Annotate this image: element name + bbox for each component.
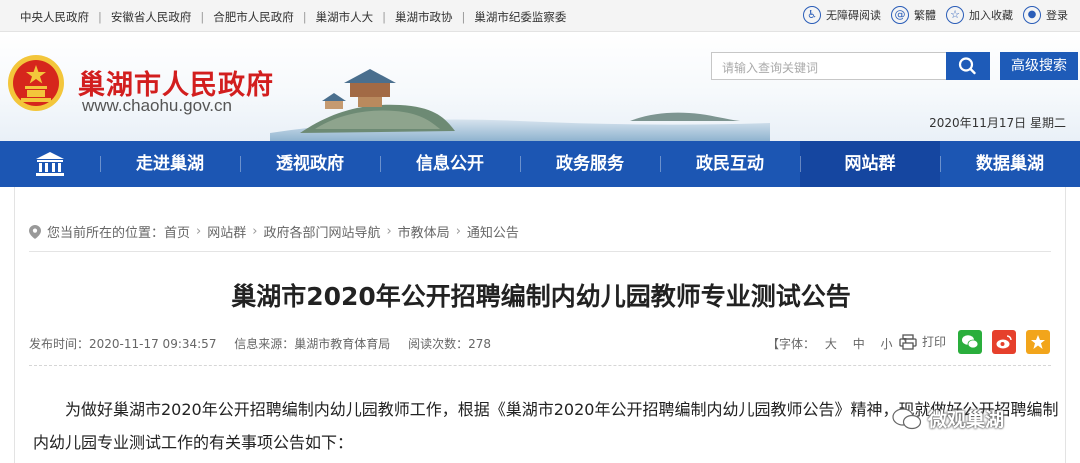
nav-item-info-disclosure[interactable]: 信息公开 (380, 141, 520, 187)
share-qzone-button[interactable] (1026, 330, 1050, 354)
nav-item-government[interactable]: 透视政府 (240, 141, 380, 187)
info-source: 信息来源：巢湖市教育体育局 (234, 337, 391, 351)
article-title: 巢湖市2020年公开招聘编制内幼儿园教师专业测试公告 (231, 282, 851, 311)
chevron-right-icon: › (252, 224, 258, 239)
font-size-control: 【字体： 大 中 小 】 (767, 335, 914, 352)
nav-item-website-group[interactable]: 网站群 (800, 141, 940, 187)
breadcrumb-home[interactable]: 首页 (164, 222, 190, 241)
favorite-link[interactable]: ☆ 加入收藏 (946, 6, 1013, 24)
nav-item-about-chaohu[interactable]: 走进巢湖 (100, 141, 240, 187)
advanced-search-button[interactable]: 高级搜索 (1000, 52, 1078, 80)
wechat-icon (962, 335, 979, 349)
nav-item-gov-services[interactable]: 政务服务 (520, 141, 660, 187)
chevron-right-icon: › (196, 224, 202, 239)
wechat-watermark-icon (892, 407, 922, 429)
national-emblem-icon[interactable] (6, 53, 66, 113)
breadcrumb-dept-nav[interactable]: 政府各部门网站导航 (263, 222, 380, 241)
top-link-chaohu-cppcc[interactable]: 巢湖市政协 (395, 10, 453, 24)
nav-item-data-chaohu[interactable]: 数据巢湖 (940, 141, 1080, 187)
current-date: 2020年11月17日 星期二 (929, 116, 1066, 130)
breadcrumb-education-bureau[interactable]: 市教体局 (398, 222, 450, 241)
breadcrumb-website-group[interactable]: 网站群 (207, 222, 246, 241)
article-meta: 发布时间：2020-11-17 09:34:57 信息来源：巢湖市教育体育局 阅… (29, 335, 505, 352)
breadcrumb-prefix: 您当前所在的位置： (47, 226, 165, 241)
lake-island-banner (270, 69, 770, 141)
font-size-small[interactable]: 小 (881, 337, 893, 351)
divider-dashed (29, 365, 1051, 366)
top-link-chaohu-npc[interactable]: 巢湖市人大 (316, 10, 374, 24)
weibo-icon (996, 335, 1012, 349)
qzone-star-icon (1031, 335, 1045, 349)
font-size-label: 【字体： (767, 337, 816, 351)
accessibility-label: 无障碍阅读 (826, 9, 881, 22)
chevron-right-icon: › (455, 224, 461, 239)
font-size-large[interactable]: 大 (825, 337, 837, 351)
share-wechat-button[interactable] (958, 330, 982, 354)
watermark-text: 微观巢湖 (928, 409, 1005, 431)
login-label: 登录 (1046, 9, 1068, 22)
home-building-icon (36, 152, 64, 176)
top-link-hefei-gov[interactable]: 合肥市人民政府 (213, 10, 294, 24)
top-bar: 中央人民政府 | 安徽省人民政府 | 合肥市人民政府 | 巢湖市人大 | 巢湖市政协 | 巢湖市纪委… (0, 0, 1080, 32)
accessibility-link[interactable]: ♿ 无障碍阅读 (803, 6, 881, 24)
accessibility-icon: ♿ (803, 6, 821, 24)
print-button[interactable]: 打印 (899, 333, 946, 350)
login-link[interactable]: ● 登录 (1023, 6, 1068, 24)
traditional-chinese-label: 繁體 (914, 9, 936, 22)
search-input[interactable]: 请输入查询关键词 (711, 52, 947, 80)
divider (29, 251, 1051, 252)
favorite-label: 加入收藏 (969, 9, 1013, 22)
top-links: 中央人民政府 | 安徽省人民政府 | 合肥市人民政府 | 巢湖市人大 | 巢湖市政协 | 巢湖市纪委… (20, 10, 567, 24)
search-icon (958, 57, 976, 75)
top-link-anhui-gov[interactable]: 安徽省人民政府 (111, 10, 192, 24)
breadcrumb: 您当前所在的位置： 首页 › 网站群 › 政府各部门网站导航 › 市教体局 › … (29, 222, 519, 241)
traditional-chinese-link[interactable]: @ 繁體 (891, 6, 936, 24)
star-icon: ☆ (946, 6, 964, 24)
print-label: 打印 (922, 335, 947, 349)
printer-icon (899, 333, 917, 350)
view-count: 阅读次数：278 (408, 337, 492, 351)
search-button[interactable] (946, 52, 990, 80)
location-pin-icon (29, 224, 41, 239)
share-weibo-button[interactable] (992, 330, 1016, 354)
at-sign-icon: @ (891, 6, 909, 24)
top-right-tools: ♿ 无障碍阅读 @ 繁體 ☆ 加入收藏 ● 登录 (793, 6, 1068, 24)
nav-home[interactable] (0, 141, 100, 187)
breadcrumb-notices[interactable]: 通知公告 (467, 222, 519, 241)
top-link-chaohu-discipline[interactable]: 巢湖市纪委监察委 (474, 10, 566, 24)
publish-time: 发布时间：2020-11-17 09:34:57 (29, 337, 217, 351)
user-icon: ● (1023, 6, 1041, 24)
chevron-right-icon: › (386, 224, 392, 239)
nav-item-interaction[interactable]: 政民互动 (660, 141, 800, 187)
watermark: 微观巢湖 (892, 405, 1004, 432)
main-nav: 走进巢湖 透视政府 信息公开 政务服务 政民互动 网站群 数据巢湖 (0, 141, 1080, 187)
font-size-medium[interactable]: 中 (853, 337, 865, 351)
site-header: 巢湖市人民政府 www.chaohu.gov.cn 请输入查询关键词 高级搜索 … (0, 33, 1080, 141)
top-link-central-gov[interactable]: 中央人民政府 (20, 10, 89, 24)
site-url: www.chaohu.gov.cn (82, 96, 232, 115)
